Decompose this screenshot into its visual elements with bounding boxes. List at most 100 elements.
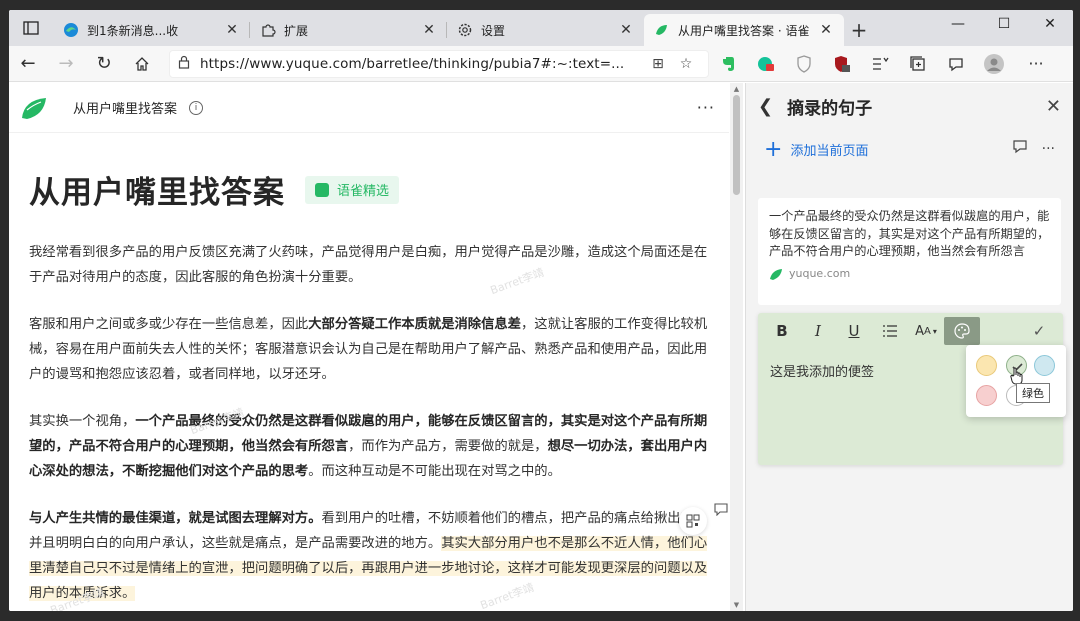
font-size-button[interactable]: A A ▾ xyxy=(908,317,944,345)
palette-icon xyxy=(954,323,970,339)
tab-title: 从用户嘴里找答案 · 语雀 xyxy=(678,23,810,38)
p3-text-mid: ，而作为产品方，需要做的就是， xyxy=(348,439,548,454)
address-bar[interactable]: https://www.yuque.com/barretlee/thinking… xyxy=(169,49,709,78)
minimize-icon[interactable]: — xyxy=(935,10,981,38)
note-editor: B I U A A ▾ ✓ 这是我添加的便签 绿色 xyxy=(758,313,1066,465)
tab-strip: 到1条新消息...收 ✕ 扩展 ✕ 设置 ✕ 从用户嘴里找答案 · 语雀 ✕ +… xyxy=(9,10,1073,46)
color-swatch-blue[interactable] xyxy=(1034,355,1055,376)
window-controls: — ☐ ✕ xyxy=(935,10,1073,38)
browser-window: 到1条新消息...收 ✕ 扩展 ✕ 设置 ✕ 从用户嘴里找答案 · 语雀 ✕ +… xyxy=(9,10,1073,611)
article: 从用户嘴里找答案 语雀精选 我经常看到很多产品的用户反馈区充满了火药味，产品觉得… xyxy=(29,133,719,606)
grammar-extension-icon[interactable] xyxy=(747,48,785,80)
qr-share-button[interactable] xyxy=(679,507,707,535)
home-icon[interactable] xyxy=(123,48,161,80)
list-button[interactable] xyxy=(872,317,908,345)
tooltip: 绿色 xyxy=(1016,383,1050,403)
p3-text: 其实换一个视角， xyxy=(29,414,136,429)
back-chevron-icon[interactable]: ❮ xyxy=(758,96,773,117)
scroll-down-icon[interactable]: ▼ xyxy=(730,601,743,609)
more-options-icon[interactable]: ··· xyxy=(697,98,715,117)
gear-icon xyxy=(457,22,473,38)
page-title: 从用户嘴里找答案 语雀精选 xyxy=(29,167,719,212)
forward-icon[interactable]: → xyxy=(47,48,85,80)
p3-text-end: 。而这种互动是不可能出现在对骂之中的。 xyxy=(308,464,561,479)
collections-icon[interactable] xyxy=(899,48,937,80)
lock-icon[interactable] xyxy=(178,55,190,73)
qr-code-icon[interactable]: ⊞ xyxy=(644,56,672,72)
shield-extension-icon[interactable] xyxy=(785,48,823,80)
new-tab-button[interactable]: + xyxy=(844,14,874,46)
paragraph-1: 我经常看到很多产品的用户反馈区充满了火药味，产品觉得用户是白痴，用户觉得产品是沙… xyxy=(29,245,708,285)
browser-toolbar: ← → ↻ https://www.yuque.com/barretlee/th… xyxy=(9,46,1073,82)
paragraph-2: 客服和用户之间或多或少存在一些信息差，因此大部分答疑工作本质就是消除信息差，这就… xyxy=(29,312,719,387)
more-options-icon[interactable]: ··· xyxy=(1042,141,1055,157)
reading-list-icon[interactable] xyxy=(861,48,899,80)
featured-badge-label: 语雀精选 xyxy=(337,184,390,199)
yuque-logo-icon[interactable] xyxy=(19,93,49,123)
back-icon[interactable]: ← xyxy=(9,48,47,80)
quote-card[interactable]: 一个产品最终的受众仍然是这群看似跋扈的用户，能够在反馈区留言的，其实是对这个产品… xyxy=(758,198,1061,305)
color-swatch-yellow[interactable] xyxy=(976,355,997,376)
profile-feedback-icon[interactable] xyxy=(937,48,975,80)
panel-header: ❮ 摘录的句子 ✕ xyxy=(746,83,1073,129)
avatar[interactable] xyxy=(975,48,1013,80)
quote-source[interactable]: yuque.com xyxy=(769,267,1050,281)
tab-actions-button[interactable] xyxy=(9,10,53,46)
doc-header-title: 从用户嘴里找答案 xyxy=(73,102,178,117)
url-text[interactable]: https://www.yuque.com/barretlee/thinking… xyxy=(200,56,644,72)
tab-actions-icon xyxy=(23,21,39,35)
tab-edge[interactable]: 到1条新消息...收 ✕ xyxy=(53,14,250,46)
p2-bold: 大部分答疑工作本质就是消除信息差 xyxy=(308,317,521,332)
tab-settings[interactable]: 设置 ✕ xyxy=(447,14,644,46)
close-icon[interactable]: ✕ xyxy=(618,22,634,38)
close-window-icon[interactable]: ✕ xyxy=(1027,10,1073,38)
qr-code-icon xyxy=(686,514,700,528)
close-icon[interactable]: ✕ xyxy=(224,22,240,38)
favorite-star-icon[interactable]: ☆ xyxy=(672,56,700,72)
quote-source-text: yuque.com xyxy=(789,267,851,280)
paragraph-3: 其实换一个视角，一个产品最终的受众仍然是这群看似跋扈的用户，能够在反馈区留言的，… xyxy=(29,409,719,484)
p2-text: 客服和用户之间或多或少存在一些信息差，因此 xyxy=(29,317,309,332)
add-note-icon[interactable] xyxy=(1012,139,1028,159)
page-title-text: 从用户嘴里找答案 xyxy=(29,175,285,211)
close-icon[interactable]: ✕ xyxy=(421,22,437,38)
close-icon[interactable]: ✕ xyxy=(818,22,834,38)
yuque-icon xyxy=(770,268,782,280)
list-icon xyxy=(883,325,897,337)
evernote-extension-icon[interactable] xyxy=(709,48,747,80)
italic-button[interactable]: I xyxy=(800,317,836,345)
info-icon[interactable]: i xyxy=(189,100,204,115)
document-page: 从用户嘴里找答案 i ··· 从用户嘴里找答案 语雀精选 我经常看到很多产品的用… xyxy=(9,83,743,611)
comment-icon[interactable] xyxy=(714,501,728,520)
tab-yuque[interactable]: 从用户嘴里找答案 · 语雀 ✕ xyxy=(644,14,844,46)
featured-badge-icon xyxy=(315,182,329,197)
featured-badge[interactable]: 语雀精选 xyxy=(305,175,400,204)
edge-icon xyxy=(63,22,79,38)
plus-icon[interactable]: + xyxy=(764,137,782,162)
yuque-icon xyxy=(654,22,670,38)
refresh-icon[interactable]: ↻ xyxy=(85,48,123,80)
doc-header: 从用户嘴里找答案 i ··· xyxy=(9,83,729,133)
puzzle-icon xyxy=(260,22,276,38)
p4-bold: 与人产生共情的最佳渠道，就是试图去理解对方。 xyxy=(29,511,322,526)
color-picker-popover: 绿色 xyxy=(966,345,1066,417)
add-current-page-button[interactable]: 添加当前页面 xyxy=(790,140,997,159)
underline-button[interactable]: U xyxy=(836,317,872,345)
ublock-extension-icon[interactable] xyxy=(823,48,861,80)
bold-button[interactable]: B xyxy=(764,317,800,345)
format-toolbar: B I U A A ▾ ✓ xyxy=(758,313,1063,349)
tab-extensions[interactable]: 扩展 ✕ xyxy=(250,14,447,46)
add-current-page-row: + 添加当前页面 ··· xyxy=(746,129,1073,169)
close-icon[interactable]: ✕ xyxy=(1046,96,1061,117)
scrollbar-thumb[interactable] xyxy=(733,95,740,195)
confirm-check-button[interactable]: ✓ xyxy=(1021,317,1057,345)
tab-title: 扩展 xyxy=(284,23,309,38)
color-swatch-red[interactable] xyxy=(976,385,997,406)
page-scrollbar[interactable]: ▲ ▼ xyxy=(730,83,743,611)
tab-title: 到1条新消息...收 xyxy=(87,23,179,38)
maximize-icon[interactable]: ☐ xyxy=(981,10,1027,38)
more-menu-icon[interactable]: ··· xyxy=(1017,48,1055,80)
color-palette-button[interactable] xyxy=(944,317,980,345)
tab-title: 设置 xyxy=(481,23,506,38)
scroll-up-icon[interactable]: ▲ xyxy=(730,85,743,93)
